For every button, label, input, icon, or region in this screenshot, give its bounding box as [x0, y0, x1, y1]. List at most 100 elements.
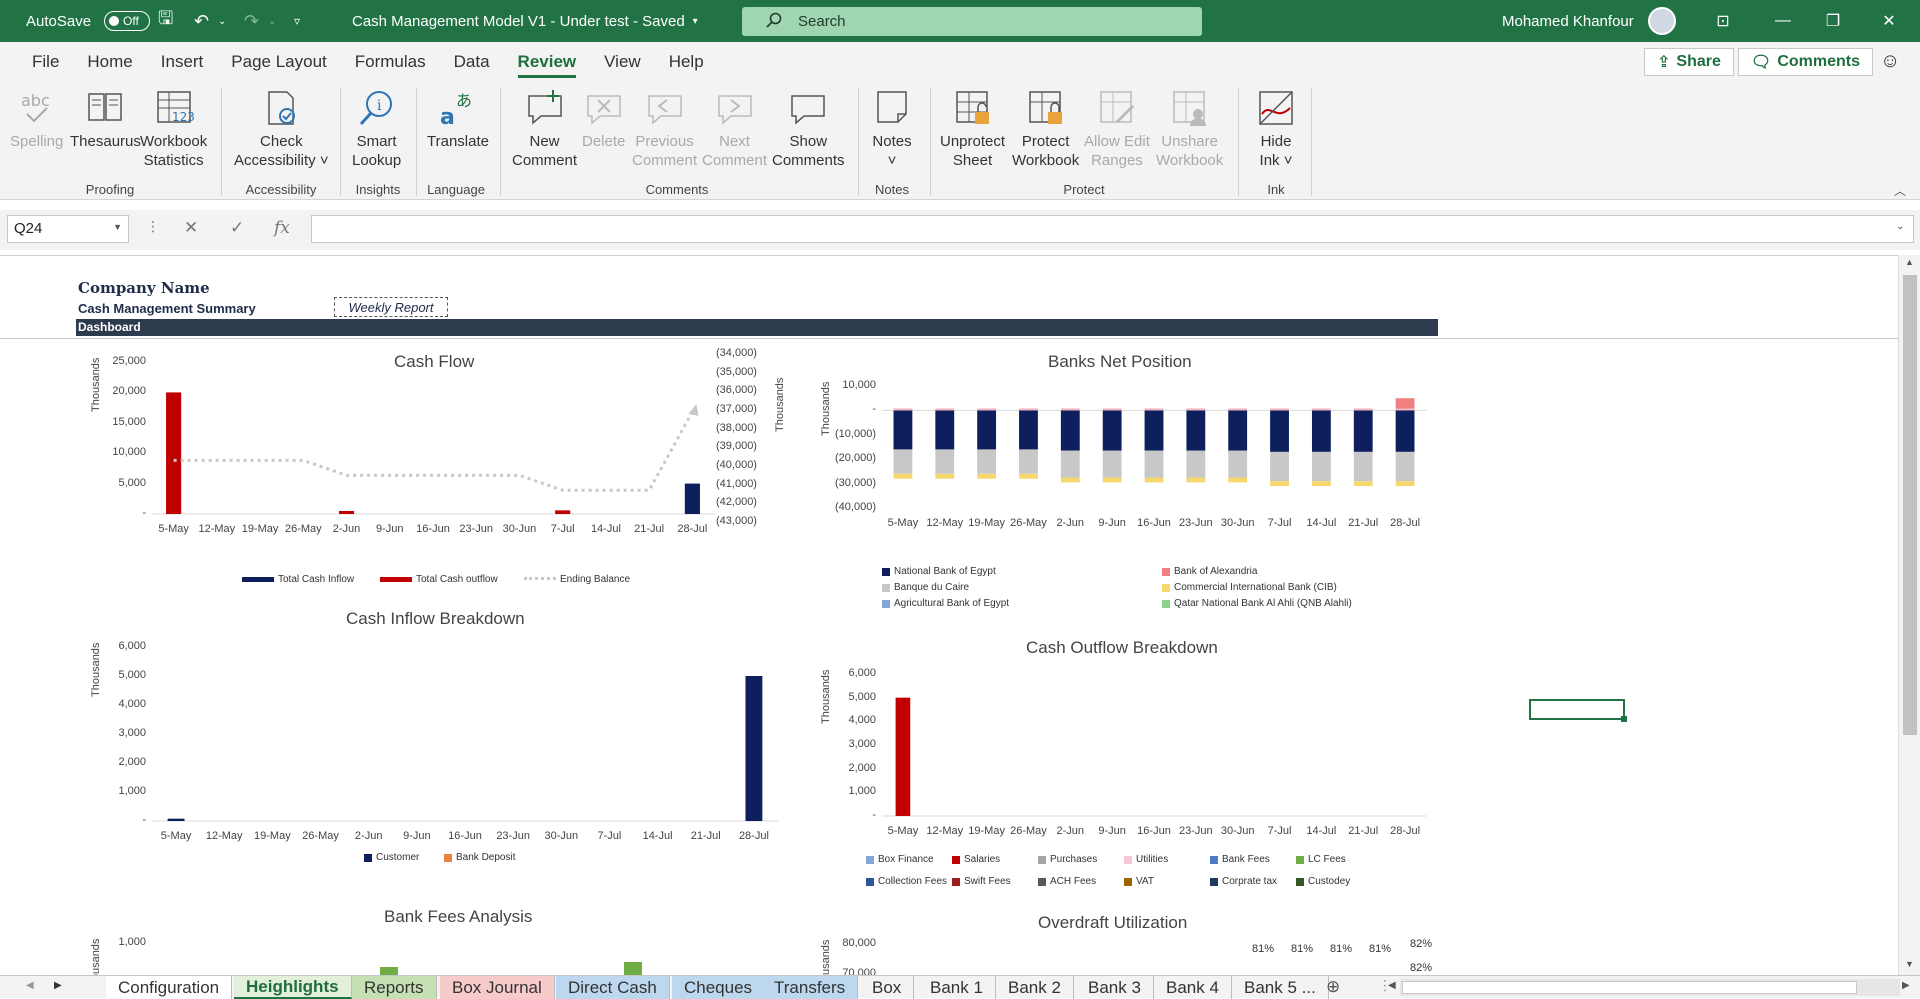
sheet-tab[interactable]: Bank 2 — [996, 976, 1074, 999]
comments-button[interactable]: 🗨 Comments — [1738, 48, 1873, 76]
scroll-down-icon[interactable]: ▼ — [1905, 959, 1914, 969]
hide-ink-button[interactable]: Hide Ink ˅ — [1256, 88, 1296, 170]
vertical-scrollbar[interactable]: ▲ ▼ — [1898, 255, 1920, 975]
close-icon[interactable]: ✕ — [1866, 0, 1912, 42]
thesaurus-button[interactable]: Thesaurus — [70, 88, 141, 151]
next-comment-button[interactable]: Next Comment — [702, 88, 767, 170]
enter-entry-icon[interactable]: ✓ — [230, 218, 244, 238]
autosave-toggle[interactable]: Off — [96, 0, 150, 42]
notes-button[interactable]: Notes ˅ — [872, 88, 912, 170]
formula-input[interactable] — [311, 215, 1914, 243]
customize-toolbar-icon[interactable]: ▿ — [294, 0, 300, 42]
scroll-right-icon[interactable]: ▶ — [1902, 980, 1910, 991]
user-name[interactable]: Mohamed Khanfour — [1502, 0, 1634, 42]
undo-dropdown-icon[interactable]: ⌄ — [218, 0, 226, 42]
expand-formula-bar-icon[interactable]: ⌄ — [1896, 221, 1904, 232]
svg-text:a: a — [440, 105, 455, 128]
tab-data[interactable]: Data — [440, 42, 504, 82]
sheet-tab[interactable]: Bank 4 — [1154, 976, 1232, 999]
workbook-statistics-button[interactable]: 123 Workbook Statistics — [140, 88, 207, 170]
vertical-scroll-thumb[interactable] — [1903, 275, 1917, 735]
sheet-tab[interactable]: Cheques — [672, 976, 766, 999]
horizontal-scroll-thumb[interactable] — [1402, 981, 1857, 994]
insert-function-icon[interactable]: fx — [274, 218, 290, 238]
scroll-left-icon[interactable]: ◀ — [1388, 980, 1396, 991]
redo-dropdown-icon[interactable]: ⌄ — [268, 0, 276, 42]
tab-file[interactable]: File — [18, 42, 73, 82]
restore-icon[interactable]: ❐ — [1810, 0, 1856, 42]
minimize-icon[interactable]: — — [1760, 0, 1806, 42]
sheet-tab[interactable]: Bank 3 — [1076, 976, 1154, 999]
redo-icon[interactable]: ↷ — [244, 0, 259, 42]
y-tick-label: 4,000 — [118, 698, 146, 710]
feedback-smiley-icon[interactable]: ☺ — [1880, 50, 1900, 73]
tab-help[interactable]: Help — [655, 42, 718, 82]
tab-view[interactable]: View — [590, 42, 655, 82]
more-options-icon[interactable]: ⋮ — [146, 218, 160, 235]
y2-tick-label: (35,000) — [716, 365, 757, 378]
document-title[interactable]: Cash Management Model V1 - Under test - … — [352, 0, 698, 42]
selected-cell[interactable] — [1529, 699, 1627, 722]
horizontal-scrollbar[interactable] — [1400, 979, 1900, 996]
translate-button[interactable]: aあ Translate — [427, 88, 489, 151]
add-sheet-icon[interactable]: ⊕ — [1326, 977, 1340, 997]
smart-lookup-button[interactable]: i Smart Lookup — [352, 88, 401, 170]
sheet-tab[interactable]: Box — [860, 976, 915, 999]
x-tick-label: 23-Jun — [496, 830, 530, 842]
tab-home[interactable]: Home — [73, 42, 146, 82]
tab-review[interactable]: Review — [504, 42, 591, 82]
sheet-tab[interactable]: Direct Cash — [556, 976, 670, 999]
prev-sheet-icon[interactable]: ◀ — [26, 980, 34, 991]
legend-label: Banque du Caire — [894, 582, 970, 593]
x-tick-label: 26-May — [284, 523, 322, 535]
weekly-report-label[interactable]: Weekly Report — [334, 297, 448, 317]
tab-formulas[interactable]: Formulas — [341, 42, 440, 82]
show-comments-button[interactable]: Show Comments — [772, 88, 845, 170]
show-comments-label-1: Show — [789, 133, 828, 150]
summary-title: Cash Management Summary — [78, 301, 256, 316]
scroll-up-icon[interactable]: ▲ — [1905, 257, 1914, 267]
ribbon-tabs: File Home Insert Page Layout Formulas Da… — [0, 42, 1920, 82]
sheet-tab[interactable]: Reports — [352, 976, 437, 999]
check-accessibility-button[interactable]: Check Accessibility ˅ — [234, 88, 329, 170]
legend-label: Swift Fees — [964, 876, 1011, 887]
sheet-tab[interactable]: Bank 1 — [918, 976, 996, 999]
undo-icon[interactable]: ↶ — [194, 0, 209, 42]
save-icon[interactable]: 🖫 — [158, 0, 173, 42]
tab-insert[interactable]: Insert — [147, 42, 218, 82]
tab-page-layout[interactable]: Page Layout — [217, 42, 340, 82]
allow-edit-ranges-button[interactable]: Allow Edit Ranges — [1084, 88, 1150, 170]
sheet-tab[interactable]: Transfers — [762, 976, 859, 999]
search-box[interactable]: Search — [742, 7, 1202, 36]
sheet-tab[interactable]: Bank 5 ... — [1232, 976, 1329, 999]
x-tick-label: 28-Jul — [1390, 825, 1421, 837]
sheet-tab[interactable]: Box Journal — [440, 976, 555, 999]
avatar[interactable] — [1648, 0, 1676, 42]
worksheet-grid[interactable] — [0, 255, 1898, 975]
y-tick-label: - — [142, 814, 146, 826]
share-button[interactable]: ⇪ Share — [1644, 48, 1734, 76]
search-icon — [766, 12, 782, 32]
ribbon-display-options-icon[interactable]: ⊡ — [1700, 0, 1746, 42]
unprotect-sheet-button[interactable]: Unprotect Sheet — [940, 88, 1005, 170]
next-sheet-icon[interactable]: ▶ — [54, 980, 62, 991]
spelling-button[interactable]: abc Spelling — [10, 88, 63, 151]
unshare-workbook-button[interactable]: Unshare Workbook — [1156, 88, 1223, 170]
x-tick-label: 7-Jul — [550, 523, 575, 535]
sheet-tab[interactable]: Configuration — [106, 976, 233, 999]
title-bar: AutoSave Off 🖫 ↶ ⌄ ↷ ⌄ ▿ Cash Management… — [0, 0, 1920, 42]
delete-comment-button[interactable]: Delete — [582, 88, 625, 151]
legend-label: ACH Fees — [1050, 876, 1097, 887]
collapse-ribbon-icon[interactable]: ︿ — [1894, 182, 1906, 199]
y-tick-label: (40,000) — [835, 501, 876, 513]
data-label: 81% — [1369, 943, 1392, 955]
previous-comment-button[interactable]: Previous Comment — [632, 88, 697, 170]
new-comment-button[interactable]: New Comment — [512, 88, 577, 170]
protect-workbook-button[interactable]: Protect Workbook — [1012, 88, 1079, 170]
name-box[interactable]: Q24 ▼ — [7, 215, 129, 243]
sheet-tab[interactable]: Heighlights — [234, 976, 352, 999]
x-tick-label: 5-May — [887, 517, 919, 529]
y-tick-label: 1,000 — [118, 936, 146, 948]
y-tick-label: 2,000 — [848, 761, 876, 774]
cancel-entry-icon[interactable]: ✕ — [184, 218, 198, 238]
